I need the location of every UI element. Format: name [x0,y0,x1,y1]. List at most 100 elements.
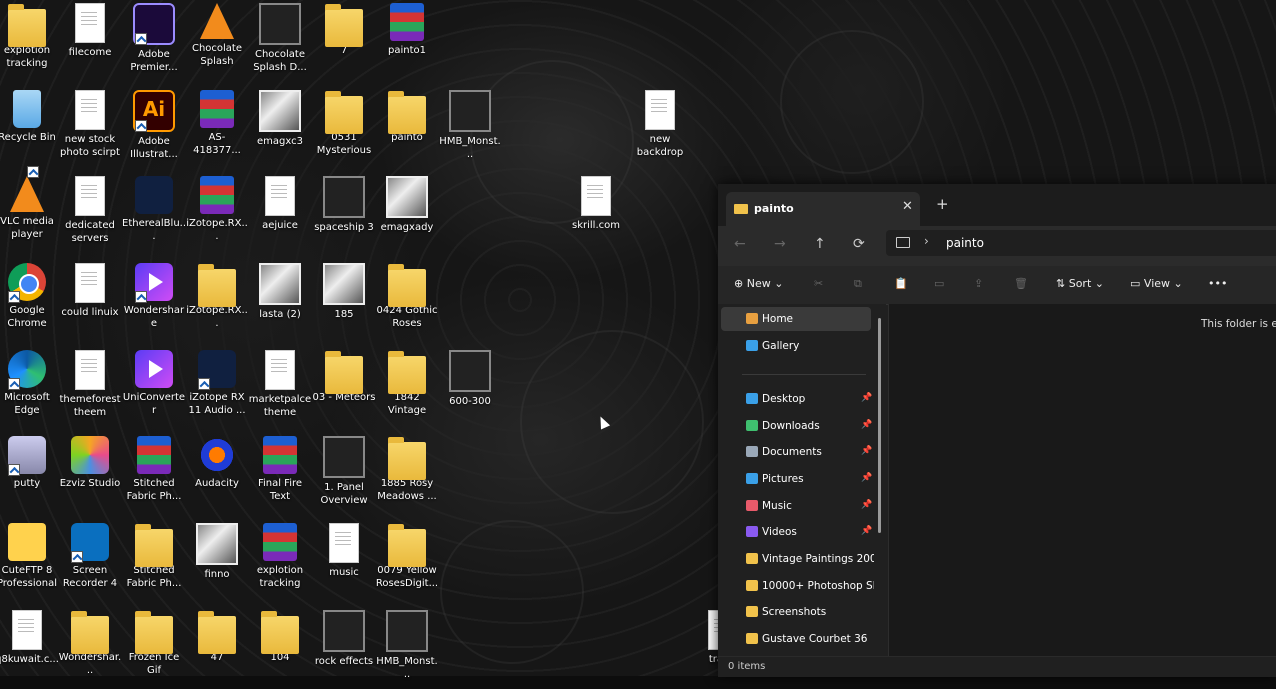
desktop-icon[interactable]: Audacity [185,433,249,515]
address-bar[interactable]: › painto [886,230,1276,256]
desktop-icon[interactable]: Ai Adobe Illustrat... [122,87,186,169]
pin-icon[interactable]: 📌 [861,500,872,510]
desktop-icon[interactable]: iZotope.RX... [185,173,249,255]
nav-item-vintage-paintings-2000[interactable]: Vintage Paintings 2000 [721,547,874,571]
desktop-icon[interactable]: Recycle Bin [0,87,59,169]
desktop-icon[interactable]: skrill.com [564,173,628,255]
desktop-icon[interactable]: q8kuwait.c... [0,607,59,689]
sort-button[interactable]: ⇅ Sort ⌄ [1056,277,1104,290]
desktop-icon[interactable]: aejuice [248,173,312,255]
desktop-icon[interactable]: CuteFTP 8 Professional [0,520,59,602]
desktop-icon[interactable]: painto [375,87,439,169]
this-pc-icon[interactable] [896,237,910,248]
desktop-icon[interactable]: explotion tracking [248,520,312,602]
up-button[interactable]: ↑ [814,236,826,252]
new-button[interactable]: ⊕ New ⌄ [734,277,783,290]
desktop-icon[interactable]: Wondershar... [58,607,122,689]
pin-icon[interactable]: 📌 [861,393,872,403]
desktop-icon[interactable]: 185 [312,260,376,342]
nav-item-gallery[interactable]: Gallery [721,334,871,358]
desktop-icon[interactable]: rock effects [312,607,376,689]
desktop-icon[interactable]: Chocolate Splash D... [248,0,312,82]
desktop-icon[interactable]: UniConverter Player [122,347,186,429]
desktop-icon[interactable]: Wondershare UniConvert... [122,260,186,342]
back-button[interactable]: ← [734,236,746,252]
delete-icon[interactable]: 🗑 [1014,277,1028,290]
desktop-icon[interactable]: spaceship 3 [312,173,376,255]
pin-icon[interactable]: 📌 [861,473,872,483]
desktop-icon[interactable]: Adobe Premier... [122,0,186,82]
desktop-icon[interactable]: 0079 Yellow RosesDigit... [375,520,439,602]
desktop-icon[interactable]: 1885 Rosy Meadows ... [375,433,439,515]
desktop-icon[interactable]: 104 [248,607,312,689]
view-button[interactable]: ▭ View ⌄ [1130,277,1183,290]
desktop-icon[interactable]: VLC media player [0,166,59,255]
new-tab-button[interactable]: + [936,195,949,213]
desktop-icon[interactable]: finno [185,520,249,602]
desktop-icon[interactable]: iZotope RX 11 Audio ... [185,347,249,429]
cut-icon[interactable]: ✂ [814,277,823,290]
nav-item-desktop[interactable]: Desktop 📌 [721,387,872,411]
desktop-icon[interactable]: 0424 Gothic Roses Digit... [375,260,439,342]
nav-item-gustave-courbet-36[interactable]: Gustave Courbet 36 [721,627,871,651]
nav-item-music[interactable]: Music 📌 [721,494,872,518]
desktop-icon[interactable]: 1842 Vintage Roses Fram... [375,347,439,429]
desktop-icon[interactable]: music [312,520,376,602]
desktop-icon[interactable]: EtherealBlu... [122,173,186,255]
desktop-icon[interactable]: marketpalce theme [248,347,312,429]
pin-icon[interactable]: 📌 [861,420,872,430]
desktop-icon[interactable]: could linuix [58,260,122,342]
desktop-icon[interactable]: putty [0,433,59,515]
desktop-icon[interactable]: HMB_Monst... Chiller Danc... [438,87,502,169]
desktop-icon[interactable]: new backdrop [628,87,692,169]
share-icon[interactable]: ⇪ [974,277,983,290]
breadcrumb-painto[interactable]: painto [946,236,984,250]
nav-scrollbar[interactable] [878,318,881,533]
desktop-icon[interactable]: emagxc3 [248,87,312,169]
desktop-icon[interactable]: filecome [58,0,122,82]
desktop-icon[interactable]: 600-300 [438,347,502,429]
desktop-icon[interactable]: Screen Recorder 4 [58,520,122,602]
forward-button[interactable]: → [774,236,786,252]
more-options-icon[interactable]: ••• [1208,277,1227,290]
desktop-icon[interactable]: 03 - Meteors [312,347,376,429]
desktop-icon[interactable]: Stitched Fabric Ph... [122,520,186,602]
refresh-button[interactable]: ⟳ [853,236,865,252]
paste-icon[interactable]: 📋 [894,277,908,290]
desktop-icon[interactable]: AS-418377... [185,87,249,169]
desktop-icon[interactable]: iZotope.RX... [185,260,249,342]
desktop-icon[interactable]: 1. Panel Overview _... [312,433,376,515]
desktop-icon[interactable]: 47 [185,607,249,689]
desktop-icon[interactable]: lasta (2) [248,260,312,342]
nav-item-downloads[interactable]: Downloads 📌 [721,414,872,438]
nav-item-home[interactable]: Home [721,307,871,331]
folder-content-area[interactable]: This folder is emp [888,304,1276,656]
nav-item-pictures[interactable]: Pictures 📌 [721,467,872,491]
desktop-icon[interactable]: Microsoft Edge [0,347,59,429]
desktop-icon[interactable]: emagxady [375,173,439,255]
desktop-icon[interactable]: Ezviz Studio [58,433,122,515]
desktop-icon[interactable]: explotion tracking [0,0,59,82]
desktop-icon[interactable]: 0531 Mysterious ... [312,87,376,169]
desktop-icon[interactable]: new stock photo scirpt [58,87,122,169]
nav-item-10000-photoshop-shape[interactable]: 10000+ Photoshop Shape [721,574,874,598]
rename-icon[interactable]: ▭ [934,277,944,290]
desktop-icon[interactable]: dedicated servers [58,173,122,255]
desktop-icon[interactable]: Final Fire Text Effects 01 [248,433,312,515]
breadcrumb-chevron-icon[interactable]: › [924,234,929,248]
copy-icon[interactable]: ⧉ [854,277,862,291]
desktop-icon[interactable]: Chocolate Splash Dance [185,0,249,82]
desktop-icon[interactable]: Google Chrome [0,260,59,342]
pin-icon[interactable]: 📌 [861,446,872,456]
nav-item-screenshots[interactable]: Screenshots [721,600,871,624]
desktop-icon[interactable]: 7 [312,0,376,82]
nav-item-videos[interactable]: Videos 📌 [721,520,872,544]
desktop-icon[interactable]: HMB_Monst... Chiller Danc... [375,607,439,689]
desktop-icon[interactable]: Stitched Fabric Ph... [122,433,186,515]
desktop-icon[interactable]: themeforest theem [58,347,122,429]
desktop-icon[interactable]: painto1 [375,0,439,82]
pin-icon[interactable]: 📌 [861,526,872,536]
tab-painto[interactable]: painto ✕ [726,192,920,226]
close-tab-icon[interactable]: ✕ [902,199,913,214]
desktop-icon[interactable]: Frozen Ice Gif Animated P... [122,607,186,689]
